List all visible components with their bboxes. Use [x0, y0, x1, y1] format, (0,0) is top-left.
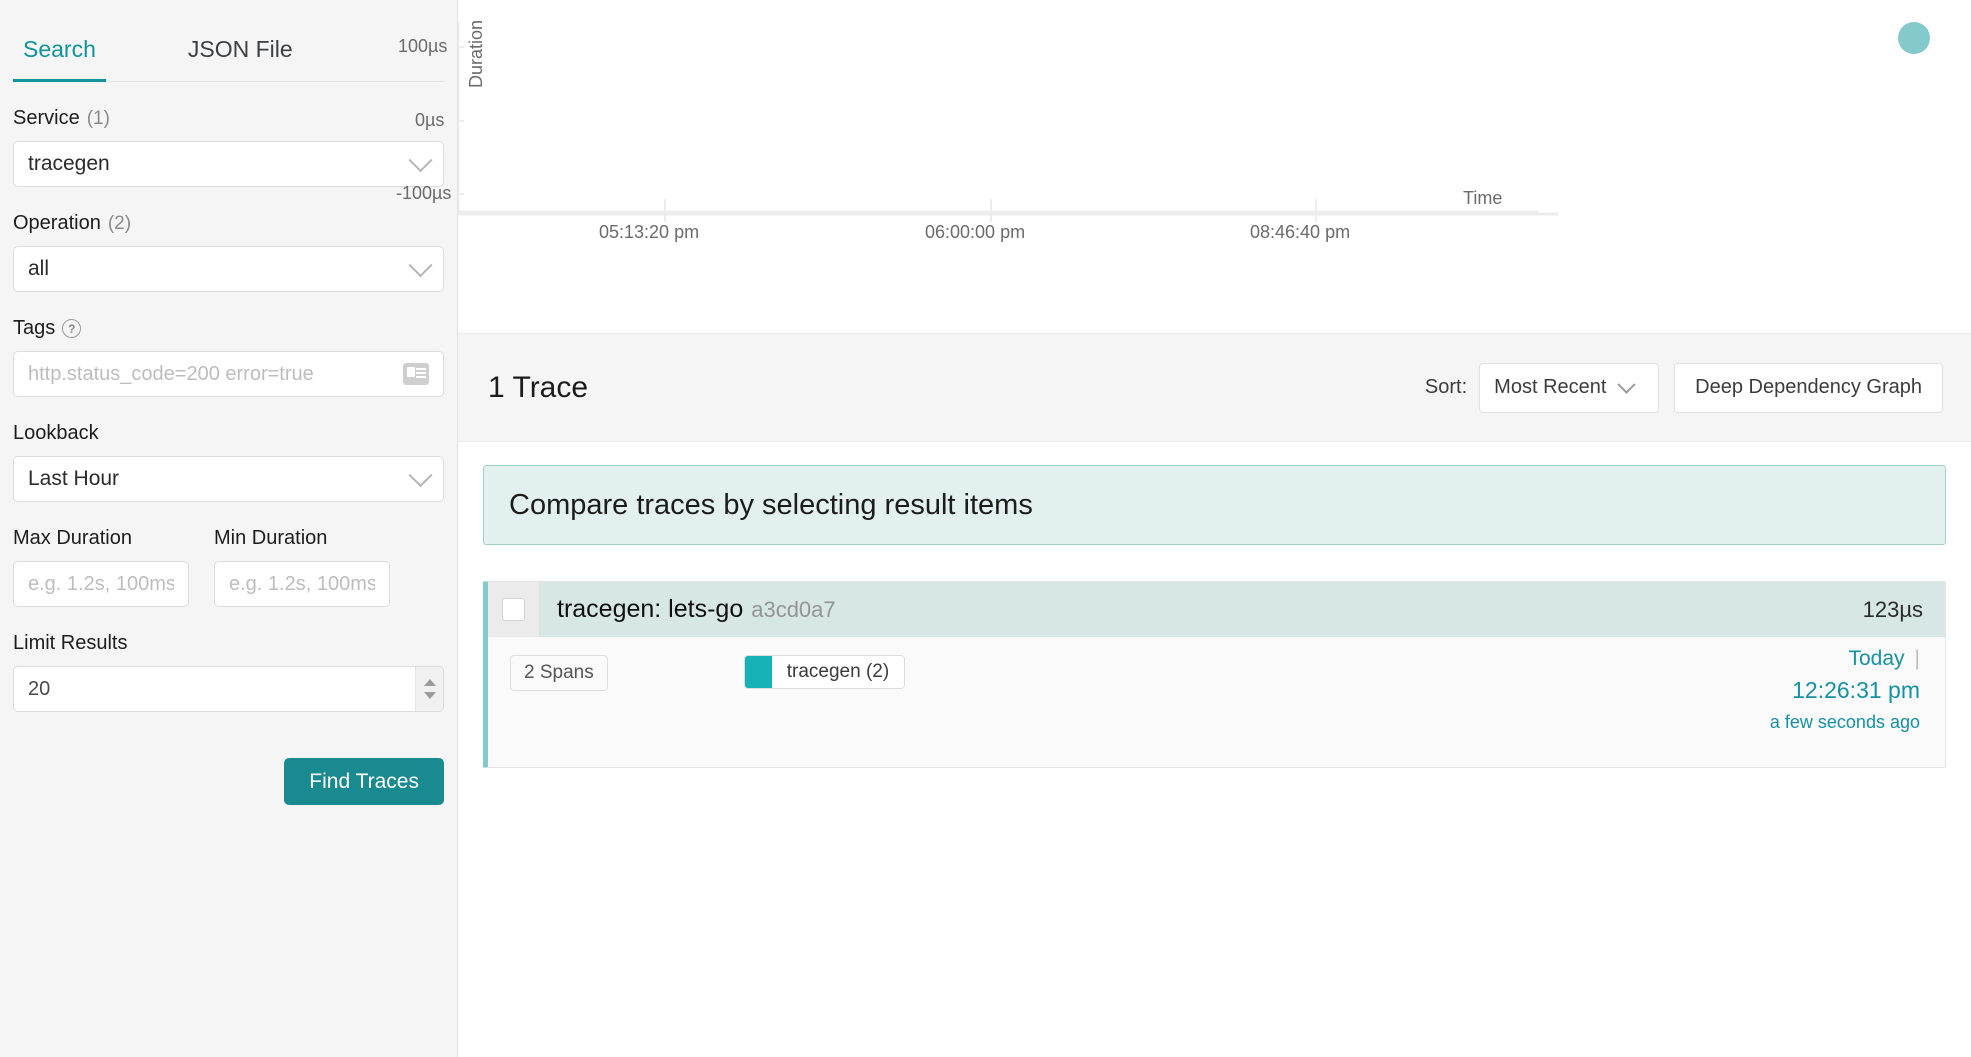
tab-search[interactable]: Search: [13, 36, 106, 82]
compare-traces-text: Compare traces by selecting result items: [509, 488, 1033, 521]
scatter-point[interactable]: [1898, 22, 1930, 54]
help-icon[interactable]: ?: [62, 319, 82, 338]
max-duration-input[interactable]: e.g. 1.2s, 100ms, 500us: [13, 561, 189, 607]
tab-json-file[interactable]: JSON File: [178, 38, 303, 81]
chevron-down-icon: [408, 252, 433, 277]
lookback-value: Last Hour: [28, 467, 120, 490]
trace-id: a3cd0a7: [751, 597, 836, 622]
lookback-label-text: Lookback: [13, 422, 99, 444]
service-badge[interactable]: tracegen (2): [743, 655, 906, 689]
timestamp-day-row: Today |: [1770, 647, 1920, 671]
search-sidebar: Search JSON File Service (1) tracegen Op…: [0, 0, 458, 1057]
deep-dependency-graph-button[interactable]: Deep Dependency Graph: [1674, 362, 1943, 413]
trace-title[interactable]: tracegen: lets-go a3cd0a7: [540, 595, 1863, 624]
tags-label: Tags ?: [13, 317, 444, 340]
trace-scatter-chart: 100µs 0µs -100µs Duration 05:13:20 pm 06…: [396, 0, 1971, 334]
max-duration-placeholder: e.g. 1.2s, 100ms, 500us: [28, 572, 174, 595]
limit-results-value: 20: [28, 677, 51, 700]
field-limit-results: Limit Results 20: [13, 632, 444, 712]
sort-label: Sort:: [1424, 376, 1468, 398]
service-label-text: Service: [13, 107, 80, 129]
y-tick-label-0: 100µs: [398, 36, 448, 56]
chart-axis-svg: [458, 22, 1538, 222]
stepper-down-icon[interactable]: [423, 692, 436, 699]
operation-count: (2): [107, 212, 132, 234]
lookback-select[interactable]: Last Hour: [13, 456, 444, 502]
main-content: 100µs 0µs -100µs Duration 05:13:20 pm 06…: [396, 0, 1971, 1057]
service-color-swatch: [744, 656, 772, 688]
stepper-up-icon[interactable]: [423, 679, 436, 686]
lookback-label: Lookback: [13, 422, 444, 445]
y-axis-title: Duration: [466, 20, 486, 89]
limit-results-label-text: Limit Results: [13, 632, 128, 654]
tags-input[interactable]: http.status_code=200 error=true: [13, 351, 444, 397]
max-duration-label-text: Max Duration: [13, 527, 132, 549]
field-lookback: Lookback Last Hour: [13, 422, 444, 502]
sort-value: Most Recent: [1494, 376, 1607, 398]
service-label: Service (1): [13, 107, 444, 130]
limit-results-label: Limit Results: [13, 632, 444, 655]
service-badge-label: tracegen (2): [786, 661, 890, 682]
trace-title-text: tracegen: lets-go: [557, 595, 744, 623]
field-tags: Tags ? http.status_code=200 error=true: [13, 317, 444, 397]
field-min-duration: Min Duration e.g. 1.2s, 100ms, 500us: [214, 527, 390, 607]
y-tick-label-1: 0µs: [415, 110, 445, 130]
duration-fields: Max Duration e.g. 1.2s, 100ms, 500us Min…: [13, 527, 444, 607]
timestamp-day: Today: [1848, 647, 1905, 670]
span-count-pill: 2 Spans: [510, 655, 608, 691]
timestamp-relative: a few seconds ago: [1769, 712, 1920, 732]
trace-select-checkbox[interactable]: [502, 598, 525, 621]
trace-duration: 123µs: [1862, 596, 1923, 622]
app-root: Search JSON File Service (1) tracegen Op…: [0, 0, 1971, 1057]
min-duration-label-text: Min Duration: [214, 527, 328, 549]
operation-value: all: [28, 257, 50, 280]
trace-count: 1 Trace: [488, 370, 589, 404]
service-value: tracegen: [28, 152, 110, 175]
tab-search-label: Search: [23, 36, 96, 62]
field-max-duration: Max Duration e.g. 1.2s, 100ms, 500us: [13, 527, 189, 607]
sort-select[interactable]: Most Recent: [1479, 362, 1660, 413]
find-traces-button[interactable]: Find Traces: [284, 758, 444, 805]
chevron-down-icon: [408, 462, 433, 487]
chevron-down-icon: [408, 147, 433, 172]
x-axis-title: Time: [1463, 188, 1503, 208]
min-duration-label: Min Duration: [214, 527, 390, 550]
field-operation: Operation (2) all: [13, 212, 444, 292]
limit-results-input[interactable]: 20: [13, 666, 444, 712]
tab-json-file-label: JSON File: [187, 36, 293, 62]
operation-label-text: Operation: [13, 212, 101, 234]
min-duration-input[interactable]: e.g. 1.2s, 100ms, 500us: [214, 561, 390, 607]
max-duration-label: Max Duration: [13, 527, 189, 550]
trace-select-cell: [488, 582, 540, 637]
min-duration-placeholder: e.g. 1.2s, 100ms, 500us: [229, 572, 375, 595]
trace-result-card[interactable]: tracegen: lets-go a3cd0a7 123µs 2 Spans t…: [483, 581, 1946, 768]
field-service: Service (1) tracegen: [13, 107, 444, 187]
tags-label-text: Tags: [13, 317, 56, 339]
trace-card-body: 2 Spans tracegen (2) Today | 12:26:31 pm…: [488, 637, 1945, 767]
chevron-down-icon: [1617, 375, 1637, 394]
trace-card-header: tracegen: lets-go a3cd0a7 123µs: [488, 582, 1945, 637]
x-tick-label-2: 08:46:40 pm: [1250, 222, 1351, 242]
results-header: 1 Trace Sort: Most Recent Deep Dependenc…: [458, 334, 1971, 442]
find-traces-row: Find Traces: [13, 758, 444, 805]
service-count: (1): [86, 107, 110, 129]
operation-select[interactable]: all: [13, 246, 444, 292]
compare-traces-banner: Compare traces by selecting result items: [483, 465, 1946, 545]
sidebar-tabs: Search JSON File: [13, 0, 444, 82]
x-tick-label-0: 05:13:20 pm: [599, 222, 700, 242]
quantity-stepper[interactable]: [415, 667, 443, 711]
y-tick-label-2: -100µs: [396, 183, 452, 203]
timestamp-divider: |: [1914, 647, 1920, 670]
tags-placeholder: http.status_code=200 error=true: [28, 362, 314, 385]
x-tick-label-1: 06:00:00 pm: [925, 222, 1026, 242]
trace-timestamp: Today | 12:26:31 pm a few seconds ago: [1770, 647, 1920, 733]
timestamp-time: 12:26:31 pm: [1792, 677, 1920, 703]
operation-label: Operation (2): [13, 212, 444, 235]
service-select[interactable]: tracegen: [13, 141, 444, 187]
id-card-icon[interactable]: [403, 363, 429, 385]
